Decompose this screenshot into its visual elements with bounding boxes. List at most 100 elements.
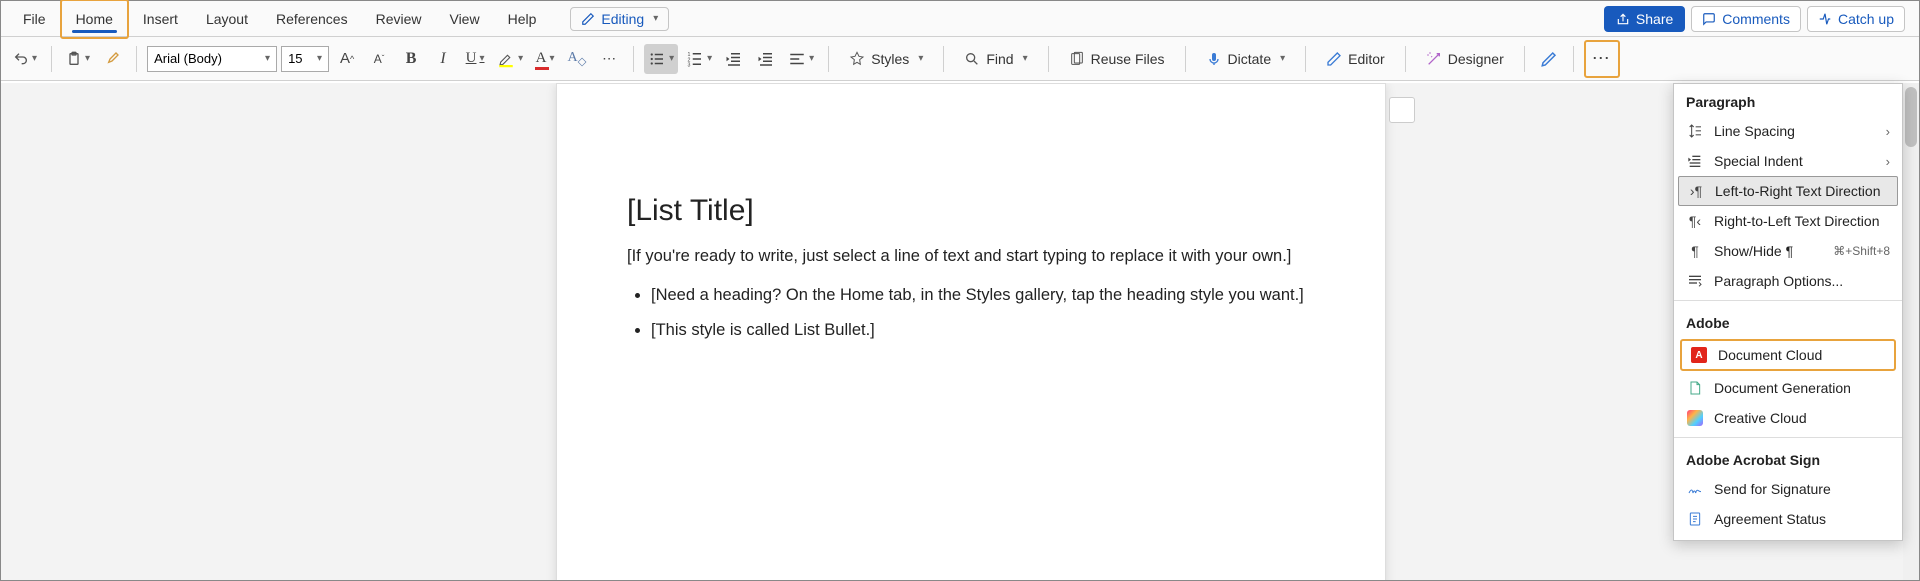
editor-button[interactable]: Editor [1316,44,1395,74]
menu-line-spacing[interactable]: Line Spacing › [1674,116,1902,146]
align-button[interactable]: ▾ [784,44,818,74]
undo-button[interactable]: ▾ [9,44,41,74]
chevron-down-icon: ▾ [1023,53,1028,64]
document-title[interactable]: [List Title] [627,194,1315,228]
editing-mode-button[interactable]: Editing ▾ [570,7,669,31]
clear-formatting-button[interactable]: A◇ [563,44,591,74]
menu-item-label: Document Generation [1714,380,1851,396]
tab-review[interactable]: Review [362,1,436,37]
menu-item-label: Send for Signature [1714,481,1831,497]
ribbon-overflow-menu: Paragraph Line Spacing › Special Indent … [1673,83,1903,541]
dictate-label: Dictate [1228,51,1272,67]
clipboard-icon [66,51,82,67]
chevron-down-icon: ▾ [479,53,484,64]
menu-rtl-direction[interactable]: ¶‹ Right-to-Left Text Direction [1674,206,1902,236]
more-options-highlight: ⋯ [1584,40,1620,78]
chevron-down-icon: ▾ [518,53,523,64]
find-button[interactable]: Find▾ [954,44,1037,74]
italic-button[interactable]: I [429,44,457,74]
paste-button[interactable]: ▾ [62,44,94,74]
pilcrow-icon: ¶ [1686,242,1704,260]
format-painter-button[interactable] [98,44,126,74]
more-options-button[interactable]: ⋯ [1588,44,1616,74]
bullets-button[interactable]: ▾ [644,44,678,74]
menu-ltr-direction[interactable]: ›¶ Left-to-Right Text Direction [1678,176,1898,206]
list-item[interactable]: [Need a heading? On the Home tab, in the… [651,283,1315,308]
grow-font-button[interactable]: A^ [333,44,361,74]
decrease-indent-button[interactable] [720,44,748,74]
designer-button[interactable]: Designer [1416,44,1514,74]
menu-show-hide[interactable]: ¶ Show/Hide ¶ ⌘+Shift+8 [1674,236,1902,266]
reuse-files-button[interactable]: Reuse Files [1059,44,1175,74]
top-right-actions: Share Comments Catch up [1604,6,1911,32]
chevron-down-icon: ▾ [32,53,37,64]
document-page[interactable]: [List Title] [If you're ready to write, … [556,83,1386,580]
agreement-icon [1686,510,1704,528]
separator [1185,46,1186,72]
menu-creative-cloud[interactable]: Creative Cloud [1674,403,1902,433]
separator [136,46,137,72]
numbering-button[interactable]: 123▾ [682,44,716,74]
comments-button[interactable]: Comments [1691,6,1801,32]
highlight-button[interactable]: ▾ [493,44,527,74]
menu-paragraph-options[interactable]: Paragraph Options... [1674,266,1902,296]
styles-button[interactable]: Styles▾ [839,44,933,74]
tab-file[interactable]: File [9,1,60,37]
font-size-value: 15 [288,51,302,66]
pen-icon [1540,50,1558,68]
indent-icon [1686,152,1704,170]
vertical-scrollbar[interactable] [1903,83,1919,580]
tab-insert[interactable]: Insert [129,1,192,37]
list-item[interactable]: [This style is called List Bullet.] [651,318,1315,343]
ltr-icon: ›¶ [1687,182,1705,200]
menu-document-generation[interactable]: Document Generation [1674,373,1902,403]
styles-icon [849,51,865,67]
tab-home[interactable]: Home [62,1,127,37]
underline-button[interactable]: U▾ [461,44,489,74]
tab-help[interactable]: Help [494,1,551,37]
shrink-font-button[interactable]: Aˇ [365,44,393,74]
signature-icon [1686,480,1704,498]
dictate-button[interactable]: Dictate▾ [1196,44,1296,74]
increase-indent-button[interactable] [752,44,780,74]
bold-button[interactable]: B [397,44,425,74]
menu-item-label: Document Cloud [1718,347,1822,363]
scrollbar-thumb[interactable] [1905,87,1917,147]
ink-button[interactable] [1535,44,1563,74]
tab-references[interactable]: References [262,1,362,37]
document-canvas: [List Title] [If you're ready to write, … [1,83,1919,580]
highlighter-icon [497,50,515,68]
catchup-button[interactable]: Catch up [1807,6,1905,32]
document-intro[interactable]: [If you're ready to write, just select a… [627,244,1315,269]
menu-document-cloud[interactable]: A Document Cloud [1682,341,1894,369]
rtl-icon: ¶‹ [1686,212,1704,230]
share-button[interactable]: Share [1604,6,1685,32]
tab-view[interactable]: View [435,1,493,37]
menu-item-label: Left-to-Right Text Direction [1715,183,1880,199]
line-spacing-icon [1686,122,1704,140]
font-family-select[interactable]: Arial (Body)▾ [147,46,277,72]
comments-label: Comments [1722,11,1790,27]
chevron-down-icon: ▾ [669,53,674,64]
menu-item-label: Special Indent [1714,153,1803,169]
catchup-icon [1818,12,1832,26]
chevron-down-icon: ▾ [653,13,658,24]
menu-agreement-status[interactable]: Agreement Status [1674,504,1902,534]
more-font-button[interactable]: ⋯ [595,44,623,74]
menu-special-indent[interactable]: Special Indent › [1674,146,1902,176]
chevron-down-icon: ▾ [550,53,555,64]
separator [1573,46,1574,72]
font-size-select[interactable]: 15 ▾ [281,46,329,72]
chevron-down-icon: ▾ [317,53,322,64]
share-icon [1616,12,1630,26]
separator [51,46,52,72]
svg-text:3: 3 [688,62,691,68]
tab-layout[interactable]: Layout [192,1,262,37]
menu-tabs-row: File Home Insert Layout References Revie… [1,1,1919,37]
menu-section-adobe: Adobe [1674,305,1902,337]
menu-send-signature[interactable]: Send for Signature [1674,474,1902,504]
font-color-button[interactable]: A▾ [531,44,559,74]
editor-icon [1326,51,1342,67]
shortcut-label: ⌘+Shift+8 [1833,244,1890,258]
designer-label: Designer [1448,51,1504,67]
